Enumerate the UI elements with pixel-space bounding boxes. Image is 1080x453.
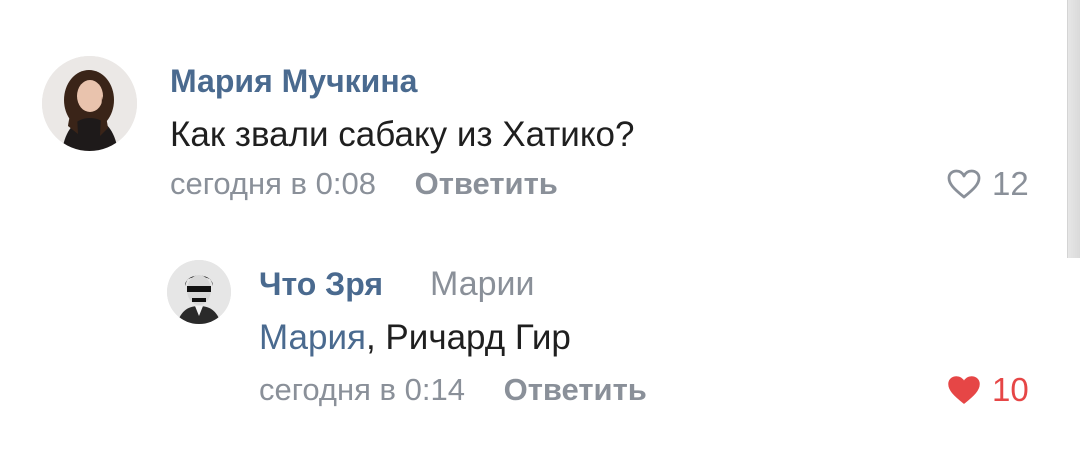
like-count: 10	[992, 371, 1029, 408]
like-button[interactable]: 10	[946, 370, 1029, 410]
reply-to-user[interactable]: Марии	[430, 264, 535, 304]
like-count: 12	[992, 165, 1029, 202]
comment-time: сегодня в 0:08	[170, 166, 376, 201]
mention-link[interactable]: Мария	[259, 318, 366, 357]
comment-author[interactable]: Что Зря	[259, 264, 383, 304]
avatar-photo	[167, 260, 231, 324]
avatar-photo	[42, 56, 137, 151]
heart-filled-icon	[948, 376, 980, 404]
heart-outline-icon	[947, 169, 981, 199]
avatar[interactable]	[42, 56, 137, 151]
comment-meta: сегодня в 0:14 Ответить	[259, 370, 647, 410]
comment-text: Как звали сабаку из Хатико?	[170, 115, 635, 154]
avatar[interactable]	[167, 260, 231, 324]
comment: Мария Мучкина Как звали сабаку из Хатико…	[0, 0, 1068, 240]
comment-meta: сегодня в 0:08 Ответить	[170, 164, 558, 204]
comment-text-body: , Ричард Гир	[365, 318, 571, 357]
scrollbar[interactable]	[1067, 0, 1080, 258]
reply-button[interactable]: Ответить	[504, 372, 647, 407]
comment-time: сегодня в 0:14	[259, 372, 465, 407]
comment-text: Мария, Ричард Гир	[259, 316, 571, 360]
comment-author[interactable]: Мария Мучкина	[170, 61, 417, 101]
comments-screen: Мария Мучкина Как звали сабаку из Хатико…	[0, 0, 1080, 453]
like-button[interactable]: 12	[946, 164, 1029, 204]
reply-comment: Что Зря Марии Мария, Ричард Гир сегодня …	[0, 240, 1068, 453]
reply-button[interactable]: Ответить	[415, 166, 558, 201]
